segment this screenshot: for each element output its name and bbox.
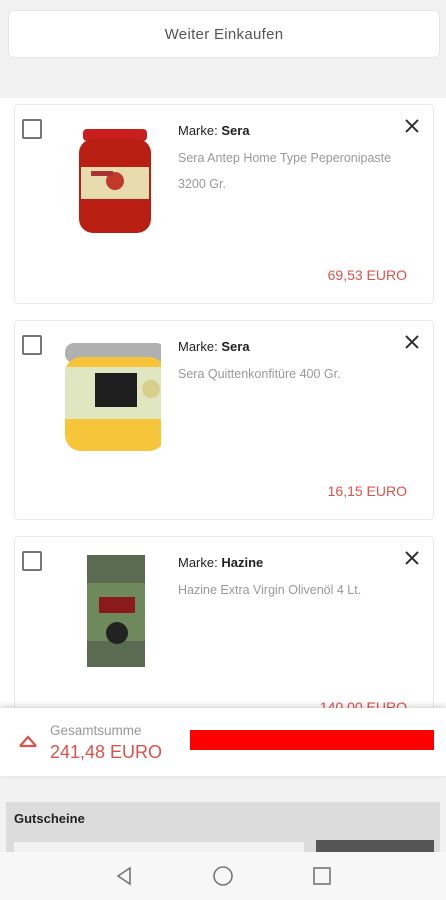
vouchers-title: Gutscheine (14, 811, 85, 826)
home-icon[interactable] (211, 864, 235, 888)
cart-item: Marke: Sera Sera Antep Home Type Peperon… (14, 104, 434, 304)
vouchers-section: Gutscheine (6, 802, 440, 852)
item-price: 16,15 EURO (327, 483, 407, 499)
voucher-apply-button[interactable] (316, 840, 434, 852)
item-checkbox[interactable] (22, 335, 42, 355)
item-brand: Marke: Sera (178, 339, 250, 354)
close-icon[interactable] (403, 333, 421, 351)
total-value: 241,48 EURO (50, 742, 163, 762)
cart-item: Marke: Hazine Hazine Extra Virgin Oliven… (14, 536, 434, 708)
close-icon[interactable] (403, 117, 421, 135)
item-title: Sera Antep Home Type Peperonipaste 3200 … (178, 151, 392, 191)
item-title: Hazine Extra Virgin Olivenöl 4 Lt. (178, 583, 362, 597)
continue-shopping-button[interactable]: Weiter Einkaufen (8, 10, 440, 58)
item-title: Sera Quittenkonfitüre 400 Gr. (178, 367, 341, 381)
item-brand: Marke: Hazine (178, 555, 264, 570)
recent-apps-icon[interactable] (310, 864, 334, 888)
total-label: Gesamtsumme (50, 723, 142, 738)
top-area: Weiter Einkaufen (0, 0, 446, 98)
item-checkbox[interactable] (22, 551, 42, 571)
voucher-input[interactable] (14, 842, 304, 852)
total-bar: Gesamtsumme 241,48 EURO (0, 708, 446, 776)
checkout-button[interactable] (190, 730, 434, 750)
item-brand: Marke: Sera (178, 123, 250, 138)
product-image (65, 343, 161, 451)
cart-list[interactable]: Marke: Sera Sera Antep Home Type Peperon… (0, 98, 446, 708)
product-image (87, 555, 145, 667)
back-icon[interactable] (112, 864, 136, 888)
item-checkbox[interactable] (22, 119, 42, 139)
system-navbar (0, 852, 446, 900)
item-price: 69,53 EURO (327, 267, 407, 283)
product-image (79, 129, 151, 233)
chevron-up-icon[interactable] (18, 734, 38, 748)
cart-item: Marke: Sera Sera Quittenkonfitüre 400 Gr… (14, 320, 434, 520)
close-icon[interactable] (403, 549, 421, 567)
item-price: 140,00 EURO (319, 699, 407, 708)
